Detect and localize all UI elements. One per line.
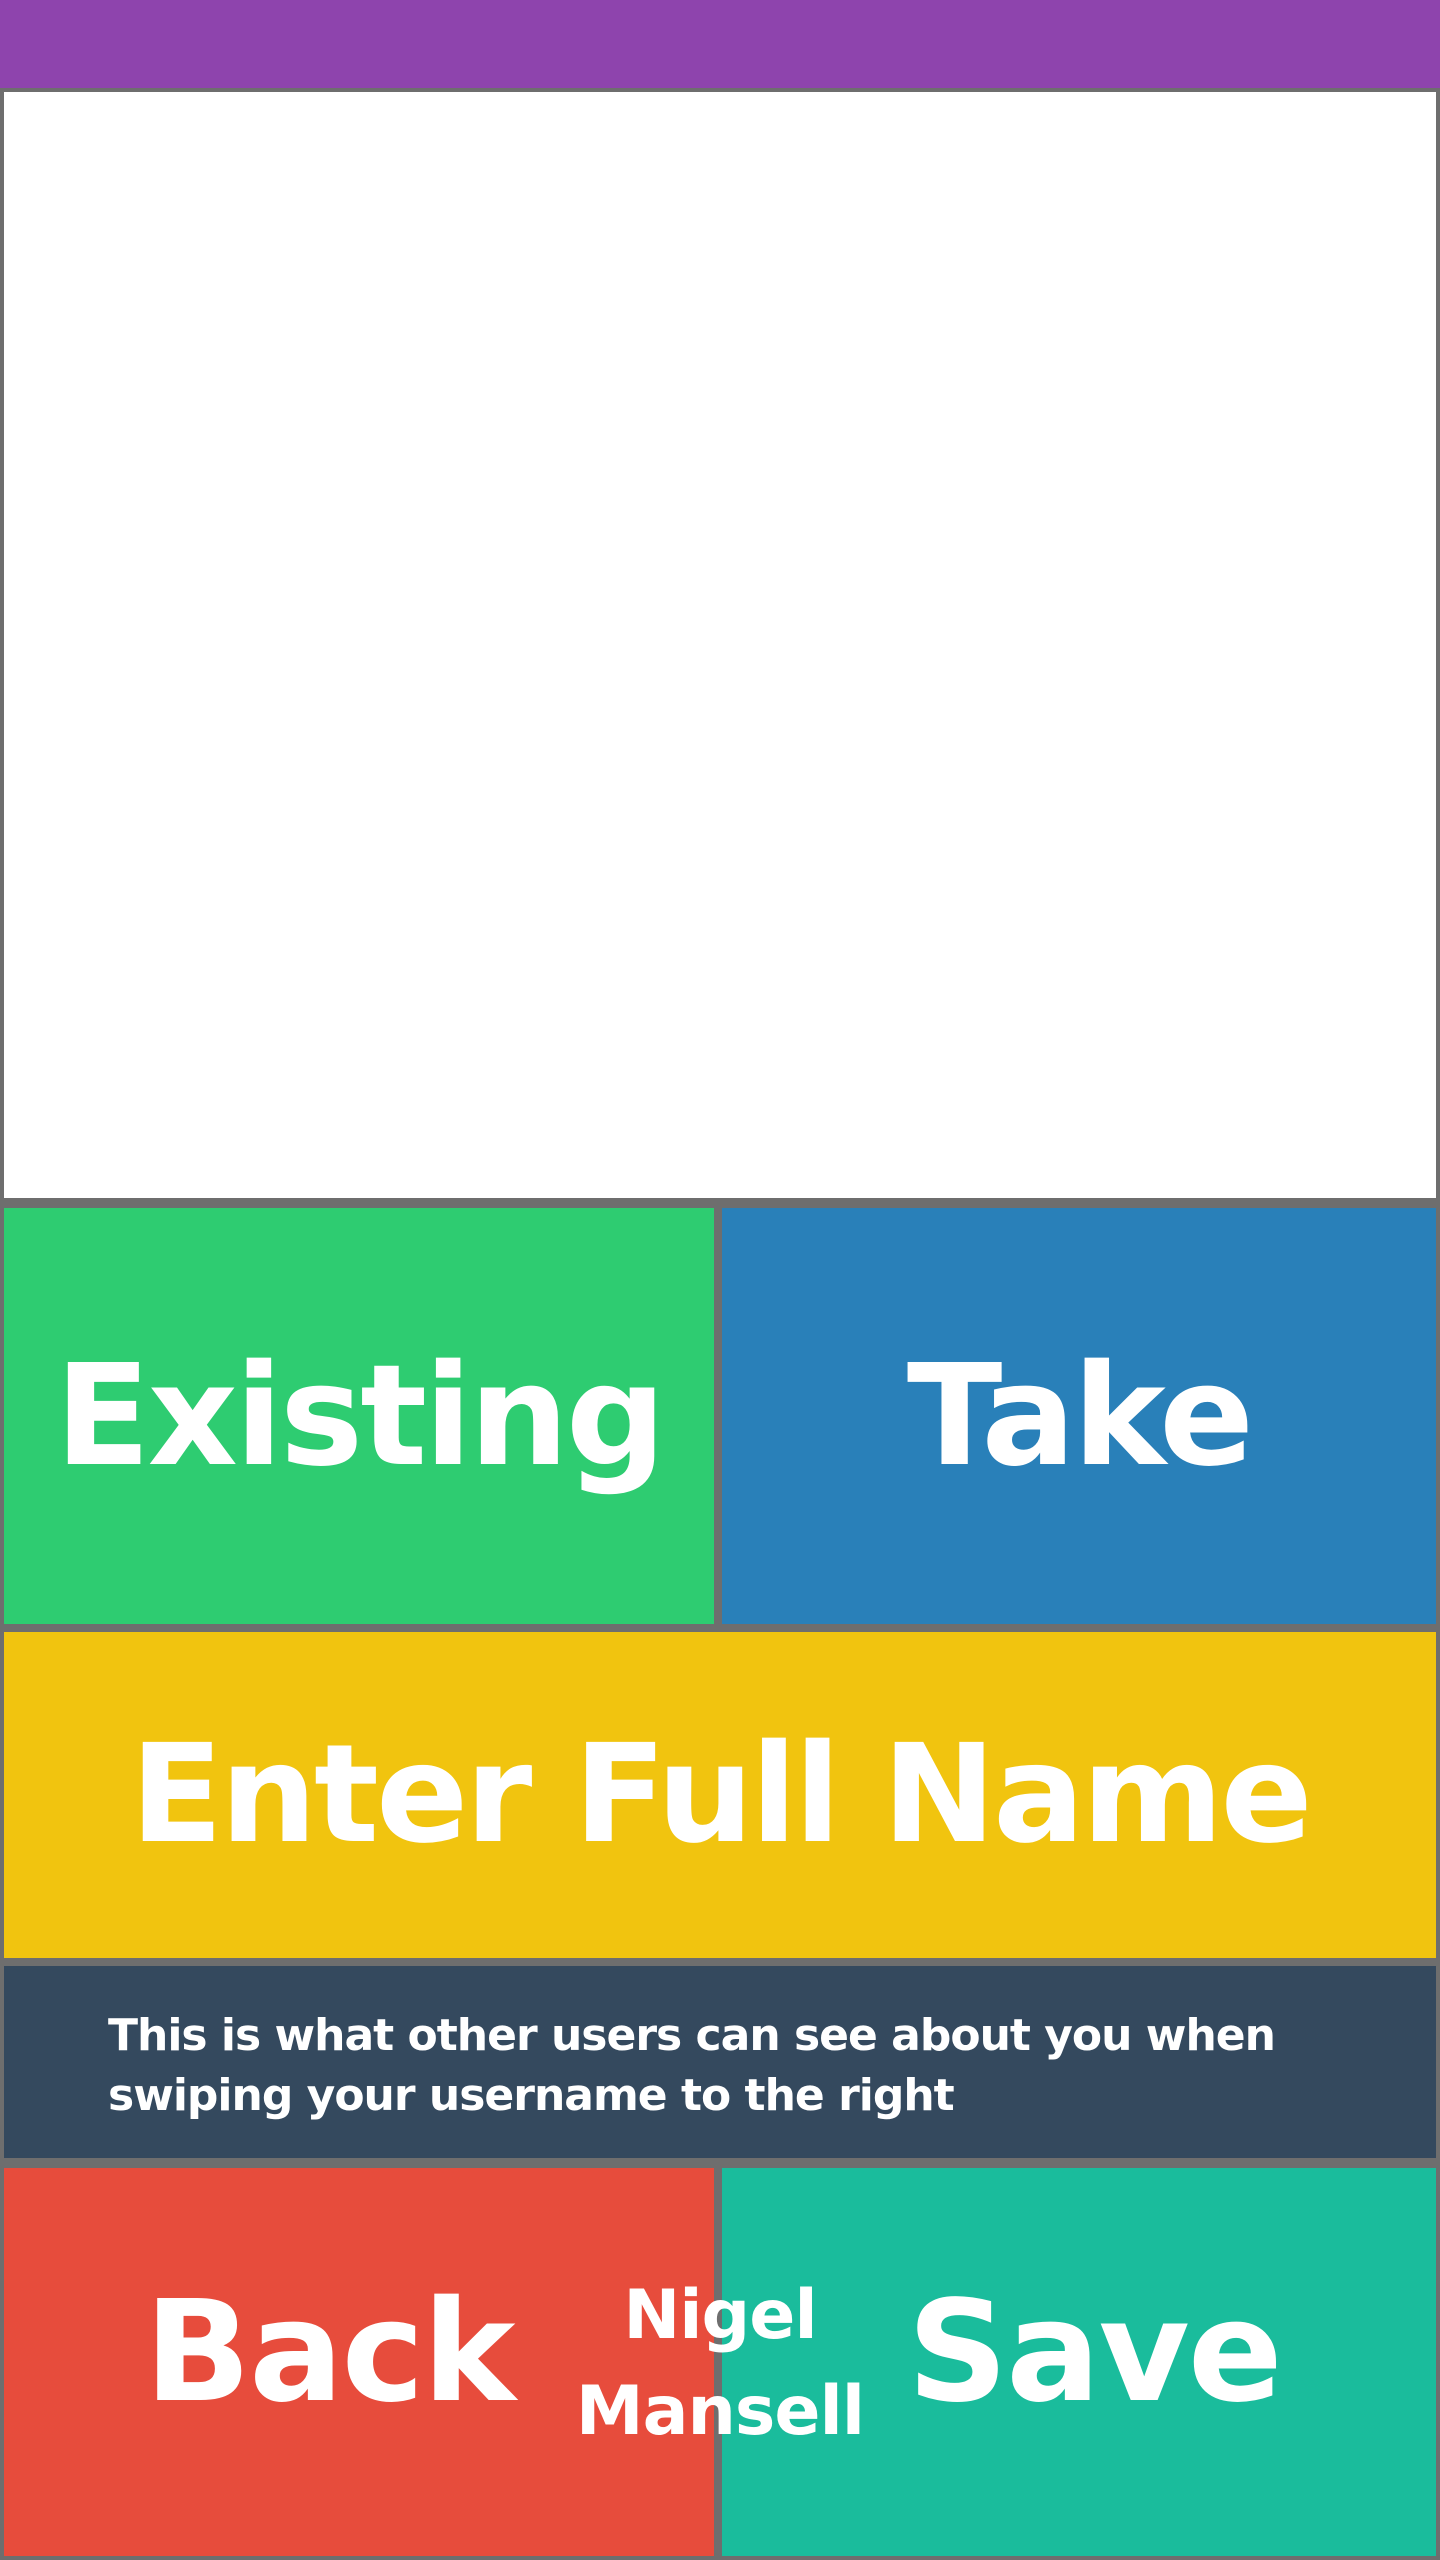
choose-existing-photo-button[interactable]: Existing [4,1208,714,1624]
existing-label: Existing [54,1334,666,1498]
user-first-name: Nigel [623,2276,817,2355]
back-label: Back [144,2270,515,2434]
save-label: Save [907,2270,1283,2434]
full-name-field[interactable]: Enter Full Name [4,1632,1436,1958]
user-last-name: Mansell [575,2372,865,2451]
full-name-placeholder: Enter Full Name [130,1716,1312,1874]
take-photo-button[interactable]: Take [722,1208,1436,1624]
user-display-name: Nigel Mansell [560,2268,880,2460]
profile-screen: Existing Take Enter Full Name This is wh… [0,0,1440,2560]
info-panel: This is what other users can see about y… [4,1966,1436,2158]
take-label: Take [906,1334,1254,1498]
profile-photo-preview [4,92,1436,1198]
status-bar [0,0,1440,88]
info-text: This is what other users can see about y… [108,2010,1276,2121]
